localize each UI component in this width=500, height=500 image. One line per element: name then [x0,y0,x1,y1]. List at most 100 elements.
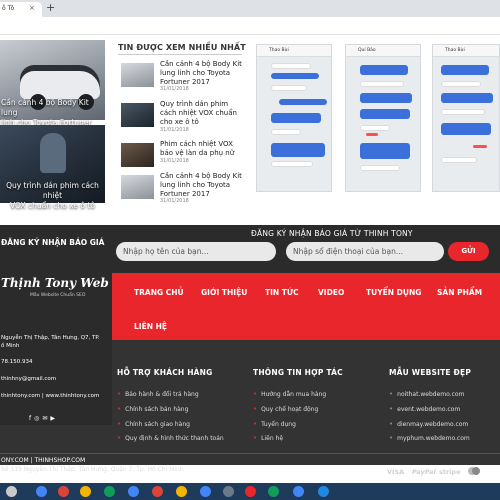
facebook-icon[interactable]: f [29,415,31,422]
news-title[interactable]: Cần cảnh 4 bộ Body Kit lung linh cho Toy… [160,60,246,87]
footer-address: Số 119 Nguyễn Thị Thập, Tân Hưng, Quận 7… [1,466,184,473]
chat-bubble [441,123,491,135]
visa-icon: VISA [387,468,405,476]
name-field[interactable]: Nhập họ tên của bạn... [116,242,276,261]
youtube-icon[interactable]: ▶ [50,415,55,422]
news-thumbnail[interactable] [121,63,154,87]
nav-item-recruitment[interactable]: TUYỂN DỤNG [366,288,421,297]
nav-item-about[interactable]: GIỚI THIỆU [201,288,247,297]
chat-screenshot[interactable]: Quí Bảo [345,44,421,192]
chat-bubble [360,93,412,103]
partner-link[interactable]: Quy chế hoạt động [253,405,318,413]
news-item[interactable]: Cần cảnh 4 bộ Body Kit lung linh cho Toy… [121,60,246,96]
support-column-title: HỖ TRỢ KHÁCH HÀNG [117,368,213,377]
most-viewed-heading: TIN ĐƯỢC XEM NHIỀU NHẤT [118,43,246,52]
news-item[interactable]: Cần cảnh 4 bộ Body Kit lung linh cho Toy… [121,172,246,208]
brand-website[interactable]: thinhtony.com | www.thinhtony.com [1,392,99,400]
news-title[interactable]: Cần cảnh 4 bộ Body Kit lung linh cho Toy… [160,172,246,199]
copyright-text: ONY.COM | THINHSHOP.COM [1,457,86,464]
chrome-icon[interactable] [200,486,211,497]
chat-bubble [271,73,319,79]
chat-bubble [360,165,400,171]
browser-tab-strip: ỗ Tô × + [0,0,500,17]
app-icon[interactable] [245,486,256,497]
chat-bubble [441,93,493,103]
instagram-icon[interactable]: ◎ [34,415,39,422]
app-icon[interactable] [318,486,329,497]
subscribe-left-label: ĐĂNG KÝ NHẬN BÁO GIÁ [1,238,105,247]
news-thumbnail[interactable] [121,143,154,167]
chat-bubble [441,109,485,115]
partner-column-title: THÔNG TIN HỢP TÁC [253,368,343,377]
support-link[interactable]: Chính sách bán hàng [117,405,188,413]
brand-phone: 78.150.934 [1,359,33,365]
browser-toolbar [0,17,500,35]
chat-bubble [271,85,307,91]
chat-bubble [441,157,477,163]
partner-link[interactable]: Hướng dẫn mua hàng [253,390,326,398]
brand-logo[interactable]: Thịnh Tony Web [1,276,109,290]
news-item[interactable]: Quy trình dán phim cách nhiệt VOX chuẩn … [121,100,246,136]
chat-bubble [360,109,410,119]
partner-link[interactable]: Liên hệ [253,434,283,442]
chat-bubble [271,129,301,135]
browser-tab[interactable]: ỗ Tô × [0,2,42,17]
nav-item-news[interactable]: TIN TỨC [265,288,299,297]
paypal-icon: PayPal [412,468,436,476]
chat-screenshot[interactable]: Thao Bùi [432,44,500,192]
nav-item-home[interactable]: TRANG CHỦ [134,288,184,297]
chrome-icon[interactable] [104,486,115,497]
chat-bubble [279,99,327,105]
nav-item-products[interactable]: SẢN PHẨM [437,288,482,297]
featured-caption-line: VOX chuẩn cho xe ô tô [10,201,95,210]
featured-article-2[interactable]: Quy trình dán phim cách nhiệt VOX chuẩn … [0,125,105,210]
chat-contact-name: Quí Bảo [346,45,420,57]
heading-divider [118,54,242,55]
support-link[interactable]: Chính sách giao hàng [117,420,190,428]
chrome-icon[interactable] [176,486,187,497]
template-link[interactable]: noithat.webdemo.com [389,390,464,398]
new-tab-icon[interactable]: + [46,1,55,14]
close-tab-icon[interactable]: × [29,4,35,12]
support-link[interactable]: Bảo hành & đổi trả hàng [117,390,199,398]
phone-field[interactable]: Nhập số điện thoại của bạn... [286,242,444,261]
worker-image [40,133,66,173]
page: ỗ Tô × + Cần cảnh 4 bộ Body Kit lung lin… [0,0,500,500]
template-link[interactable]: dienmay.webdemo.com [389,420,468,428]
chrome-icon[interactable] [293,486,304,497]
chat-bubble [360,125,390,131]
chrome-icon[interactable] [36,486,47,497]
news-thumbnail[interactable] [121,103,154,127]
app-icon[interactable] [6,486,17,497]
nav-item-video[interactable]: VIDEO [318,288,344,297]
email-icon[interactable]: ✉ [42,415,47,422]
brand-email[interactable]: thinhny@gmail.com [1,375,56,383]
template-link[interactable]: event.webdemo.com [389,405,460,413]
featured-caption-line: Cần cảnh 4 bộ Body Kit lung [1,98,89,117]
chat-contact-name: Thao Bùi [257,45,331,57]
news-date: 31/01/2018 [160,198,189,204]
chat-sticker [366,133,378,136]
news-thumbnail[interactable] [121,175,154,199]
featured-article-1[interactable]: Cần cảnh 4 bộ Body Kit lung linh cho Toy… [0,40,105,137]
send-button[interactable]: GỬI [448,242,489,261]
chrome-icon[interactable] [152,486,163,497]
partner-link[interactable]: Tuyển dụng [253,420,296,428]
app-icon[interactable] [223,486,234,497]
support-link[interactable]: Quy định & hình thức thanh toán [117,434,224,442]
templates-column-title: MẪU WEBSITE ĐẸP [389,368,472,377]
news-title[interactable]: Phim cách nhiệt VOX bảo vệ làn da phụ nữ [160,140,246,158]
chat-screenshot[interactable]: Thao Bùi [256,44,332,192]
nav-item-contact[interactable]: LIÊN HỆ [134,322,167,331]
chrome-icon[interactable] [58,486,69,497]
chat-bubble [360,143,410,159]
brand-address-line: ồ Minh [1,343,20,349]
chat-bubble [360,81,404,87]
template-link[interactable]: myphum.webdemo.com [389,434,470,442]
chrome-icon[interactable] [80,486,91,497]
news-date: 31/01/2018 [160,127,189,133]
chrome-icon[interactable] [268,486,279,497]
news-title[interactable]: Quy trình dán phim cách nhiệt VOX chuẩn … [160,100,246,127]
news-item[interactable]: Phim cách nhiệt VOX bảo vệ làn da phụ nữ… [121,140,246,176]
chrome-icon[interactable] [128,486,139,497]
